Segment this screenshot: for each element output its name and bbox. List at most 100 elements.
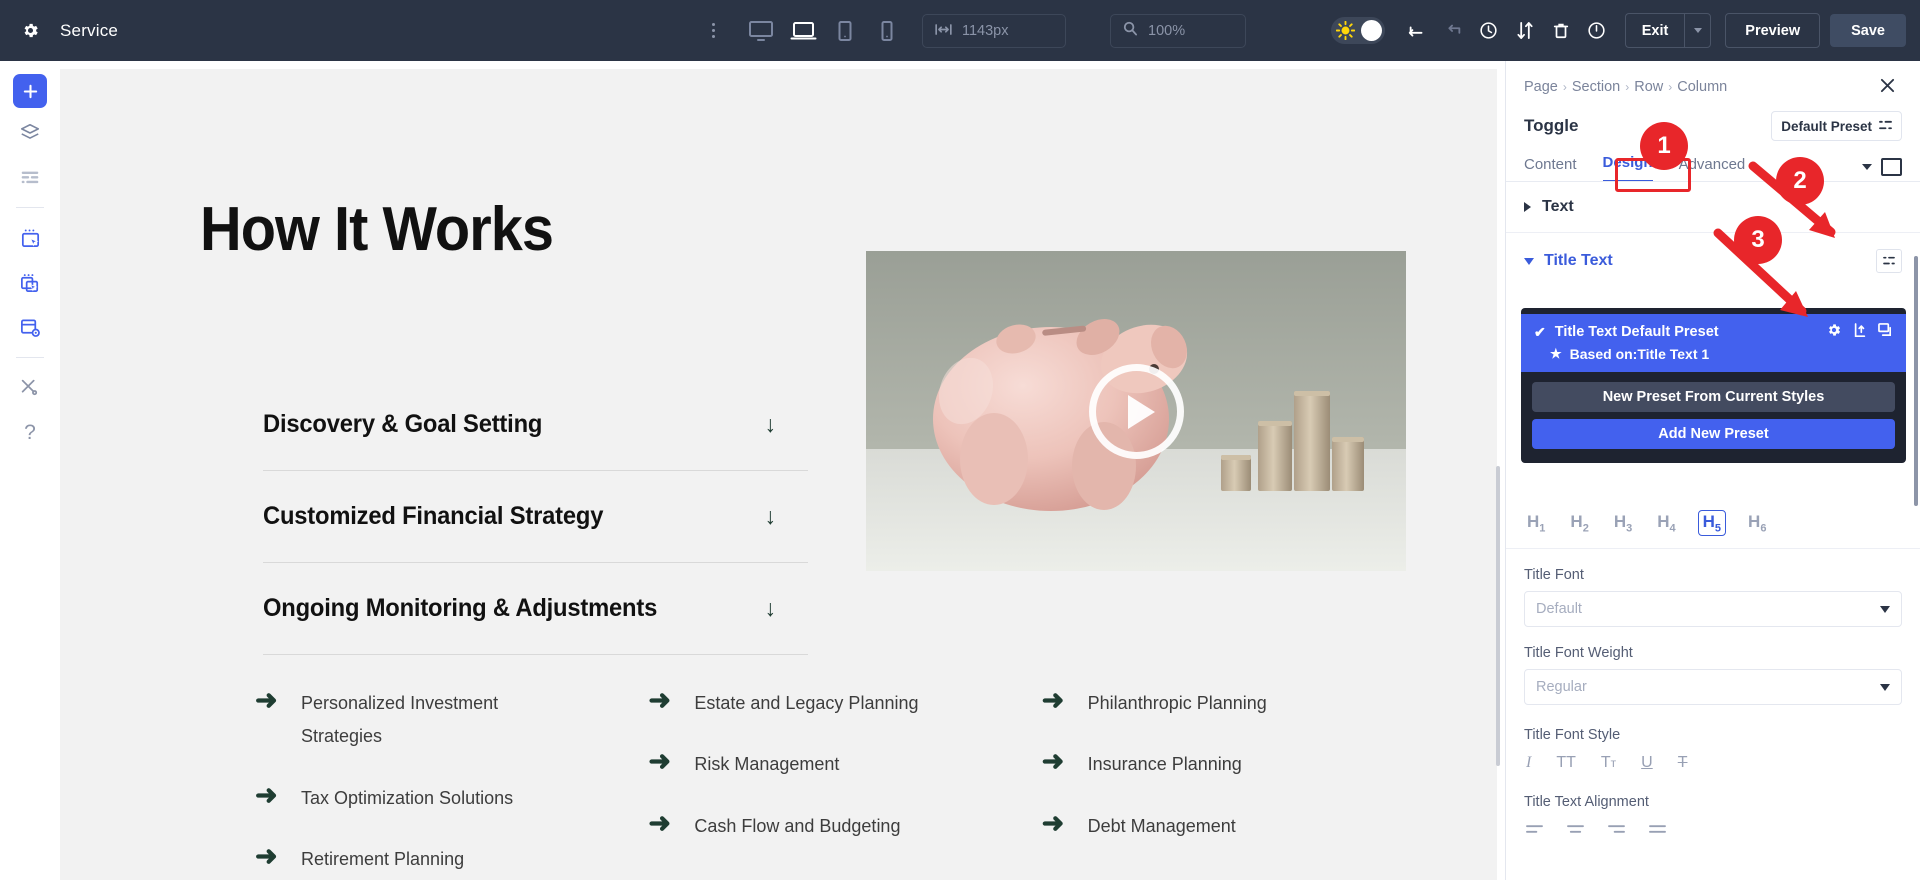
zoom-input[interactable]: 100% [1110,13,1246,48]
callout-2: 2 [1776,157,1824,205]
title-font-weight-select[interactable]: Regular [1524,669,1902,705]
close-icon[interactable] [1880,77,1895,97]
toolbar-center-group: 1143px 100% [700,0,1246,61]
top-toolbar: Service 1143px 100% Exit Preview Save [0,0,1920,61]
title-font-select[interactable]: Default [1524,591,1902,627]
align-left-icon[interactable] [1526,822,1543,840]
arrow-right-icon: ➜ [255,685,278,715]
preset-list-icon[interactable] [1876,249,1902,273]
underline-icon[interactable]: U [1641,754,1653,772]
chevron-down-icon[interactable]: ↓ [765,413,809,436]
click-select-icon[interactable] [10,218,50,258]
triangle-down-icon [1524,257,1534,265]
new-preset-from-styles-button[interactable]: New Preset From Current Styles [1532,382,1895,412]
heading-level-h4-sub: 4 [1669,522,1676,534]
app-title: Service [60,20,119,40]
preset-item-label: Title Text Default Preset [1554,324,1719,340]
responsive-box-icon[interactable] [1881,158,1902,176]
chevron-down-icon[interactable]: ↓ [765,597,809,620]
play-button-icon[interactable] [1089,364,1184,459]
list-item: ➜ Estate and Legacy Planning [648,687,1041,720]
callout-3: 3 [1734,216,1782,264]
heading-level-h1[interactable]: H1 [1524,510,1548,536]
breadcrumb-section[interactable]: Section [1572,79,1620,95]
layers-icon[interactable] [10,113,50,153]
redo-icon[interactable] [1435,11,1471,51]
add-new-preset-button[interactable]: Add New Preset [1532,419,1895,449]
add-module-button[interactable] [13,74,47,108]
wireframe-icon[interactable] [10,158,50,198]
section-text-label: Text [1542,198,1574,215]
title-font-weight-label: Title Font Weight [1524,645,1633,661]
gear-icon[interactable] [0,21,60,40]
align-right-icon[interactable] [1608,822,1625,840]
click-duplicate-icon[interactable] [10,263,50,303]
arrow-right-icon: ➜ [648,746,671,777]
clock-icon[interactable] [1471,11,1507,51]
smallcaps-icon[interactable]: Tт [1601,754,1616,772]
preset-dropdown-actions: New Preset From Current Styles Add New P… [1521,372,1906,457]
breadcrumb-page[interactable]: Page [1524,79,1558,95]
rail-divider-2 [16,357,44,358]
align-center-icon[interactable] [1567,822,1584,840]
list-item-label: Debt Management [1087,815,1236,836]
trash-icon[interactable] [1543,11,1579,51]
title-font-style-label: Title Font Style [1524,727,1621,743]
chevron-down-icon [1880,683,1890,691]
heading-level-h4[interactable]: H4 [1654,510,1678,536]
align-justify-icon[interactable] [1649,822,1666,840]
accordion-item[interactable]: Discovery & Goal Setting ↓ [263,379,808,471]
theme-toggle[interactable] [1330,17,1385,44]
heading-level-h1-sub: 1 [1539,522,1546,534]
breadcrumb-row[interactable]: Row [1634,79,1663,95]
heading-level-h6[interactable]: H6 [1745,510,1769,536]
panel-scrollbar[interactable] [1914,256,1918,506]
canvas-viewport: How It Works Discovery & Goal Setting ↓ … [60,61,1505,880]
heading-level-h3[interactable]: H3 [1611,510,1635,536]
list-item: ➜ Philanthropic Planning [1042,687,1435,720]
preview-button[interactable]: Preview [1725,13,1821,48]
save-button[interactable]: Save [1830,14,1906,47]
tools-icon[interactable] [10,368,50,408]
viewport-width-value: 1143px [962,22,1009,39]
accordion-title: Customized Financial Strategy [263,502,604,530]
tablet-icon[interactable] [824,11,866,51]
dots-vertical-icon[interactable] [700,16,726,46]
panel-title-row: Toggle Default Preset [1506,97,1920,141]
breadcrumb-sep: › [1625,80,1630,94]
chevron-down-icon[interactable]: ↓ [765,505,809,528]
phone-icon[interactable] [866,11,908,51]
monitor-icon[interactable] [740,11,782,51]
list-item: ➜ Insurance Planning [1042,748,1435,781]
heading-level-h2[interactable]: H2 [1567,510,1591,536]
exit-button[interactable]: Exit [1624,13,1685,48]
heading-level-h5[interactable]: H5 [1697,509,1727,536]
chevron-down-icon[interactable] [1684,13,1712,48]
tab-content[interactable]: Content [1524,156,1577,182]
preset-swap-icon [1879,119,1892,134]
accordion-title: Discovery & Goal Setting [263,410,543,438]
breadcrumb: Page › Section › Row › Column [1506,61,1920,97]
uppercase-icon[interactable]: TT [1556,754,1576,772]
duplicate-icon[interactable] [1878,323,1893,341]
preset-based-on-row: ★ Based on:Title Text 1 [1534,346,1893,362]
undo-icon[interactable] [1399,11,1435,51]
accordion-item[interactable]: Customized Financial Strategy ↓ [263,471,808,563]
power-icon[interactable] [1579,11,1615,51]
default-preset-button[interactable]: Default Preset [1771,111,1902,141]
divider [1506,548,1920,549]
canvas-scrollbar[interactable] [1496,466,1500,766]
panel-settings-icon[interactable] [10,308,50,348]
laptop-icon[interactable] [782,11,824,51]
arrows-updown-icon[interactable] [1507,11,1543,51]
accordion-item[interactable]: Ongoing Monitoring & Adjustments ↓ [263,563,808,655]
strikethrough-icon[interactable]: T [1678,754,1688,772]
piggy-bank-video[interactable] [866,251,1406,571]
list-item-label: Cash Flow and Budgeting [694,815,901,836]
viewport-width-input[interactable]: 1143px [922,13,1066,48]
breadcrumb-column[interactable]: Column [1677,79,1727,95]
italic-icon[interactable]: I [1526,754,1531,772]
tabs-right-controls [1862,158,1902,182]
heading-level-group: H1 H2 H3 H4 H5 H6 [1506,502,1920,536]
question-mark-icon[interactable]: ? [10,413,50,453]
